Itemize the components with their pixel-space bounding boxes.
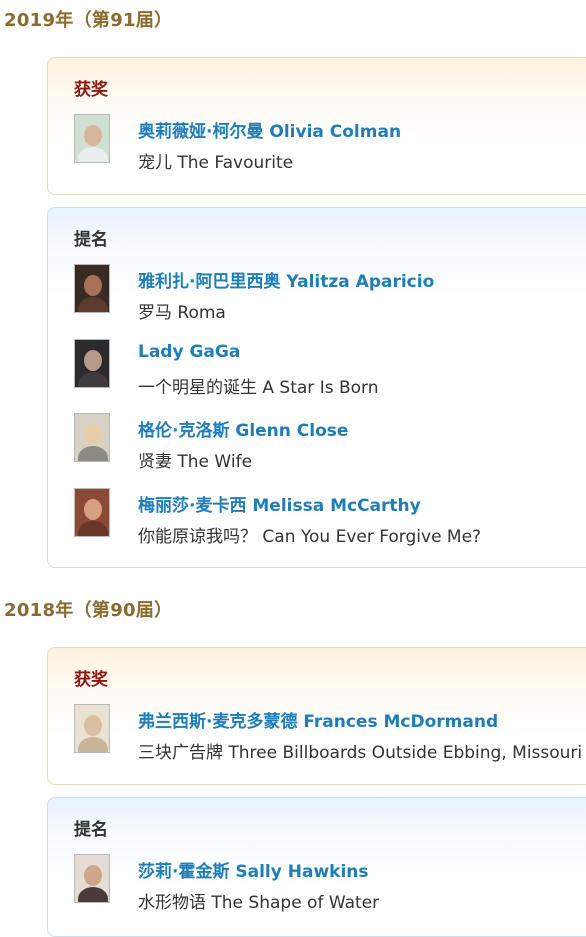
actor-name-link[interactable]: 弗兰西斯·麦克多蒙德 Frances McDormand [138, 707, 498, 732]
film-title: 罗马 Roma [138, 303, 226, 323]
nominee-entry: 梅丽莎·麦卡西 Melissa McCarthy 你能原谅我吗？ Can You… [74, 488, 586, 547]
actor-name-link[interactable]: 雅利扎·阿巴里西奥 Yalitza Aparicio [138, 267, 434, 292]
film-title: 宠儿 The Favourite [138, 153, 294, 173]
winner-box-2018: 获奖 弗兰西斯·麦克多蒙德 Frances McDormand 三块广告牌 Th… [47, 647, 586, 785]
year-heading-2018: 2018年（第90届） [4, 600, 173, 621]
actor-photo[interactable] [74, 114, 110, 163]
nominee-entry: 格伦·克洛斯 Glenn Close 贤妻 The Wife [74, 413, 586, 472]
actor-photo[interactable] [74, 339, 110, 388]
nominees-box-2019: 提名 雅利扎·阿巴里西奥 Yalitza Aparicio 罗马 Roma La… [47, 207, 586, 568]
nominees-label: 提名 [74, 820, 108, 840]
actor-name-link[interactable]: 莎莉·霍金斯 Sally Hawkins [138, 857, 369, 882]
film-title: 三块广告牌 Three Billboards Outside Ebbing, M… [138, 743, 583, 763]
nominees-box-2018: 提名 莎莉·霍金斯 Sally Hawkins 水形物语 The Shape o… [47, 797, 586, 937]
actor-photo[interactable] [74, 488, 110, 537]
film-title: 一个明星的诞生 A Star Is Born [138, 378, 379, 398]
year-heading-2019: 2019年（第91届） [4, 10, 173, 31]
actor-name-link[interactable]: Lady GaGa [138, 342, 240, 362]
nominee-entry: 雅利扎·阿巴里西奥 Yalitza Aparicio 罗马 Roma [74, 264, 586, 323]
actor-photo[interactable] [74, 264, 110, 313]
nominees-label: 提名 [74, 230, 108, 250]
actor-photo[interactable] [74, 854, 110, 903]
winner-entry: 弗兰西斯·麦克多蒙德 Frances McDormand 三块广告牌 Three… [74, 704, 586, 763]
actor-name-link[interactable]: 奥莉薇娅·柯尔曼 Olivia Colman [138, 117, 401, 142]
winner-label: 获奖 [74, 80, 108, 100]
film-title: 你能原谅我吗？ Can You Ever Forgive Me? [138, 527, 482, 547]
winner-entry: 奥莉薇娅·柯尔曼 Olivia Colman 宠儿 The Favourite [74, 114, 586, 173]
film-title: 贤妻 The Wife [138, 452, 253, 472]
actor-name-link[interactable]: 格伦·克洛斯 Glenn Close [138, 416, 348, 441]
actor-photo[interactable] [74, 704, 110, 753]
actor-photo[interactable] [74, 413, 110, 462]
nominee-entry: Lady GaGa 一个明星的诞生 A Star Is Born [74, 339, 586, 398]
actor-name-link[interactable]: 梅丽莎·麦卡西 Melissa McCarthy [138, 491, 421, 516]
winner-label: 获奖 [74, 670, 108, 690]
nominee-entry: 莎莉·霍金斯 Sally Hawkins 水形物语 The Shape of W… [74, 854, 586, 913]
film-title: 水形物语 The Shape of Water [138, 893, 380, 913]
winner-box-2019: 获奖 奥莉薇娅·柯尔曼 Olivia Colman 宠儿 The Favouri… [47, 57, 586, 195]
